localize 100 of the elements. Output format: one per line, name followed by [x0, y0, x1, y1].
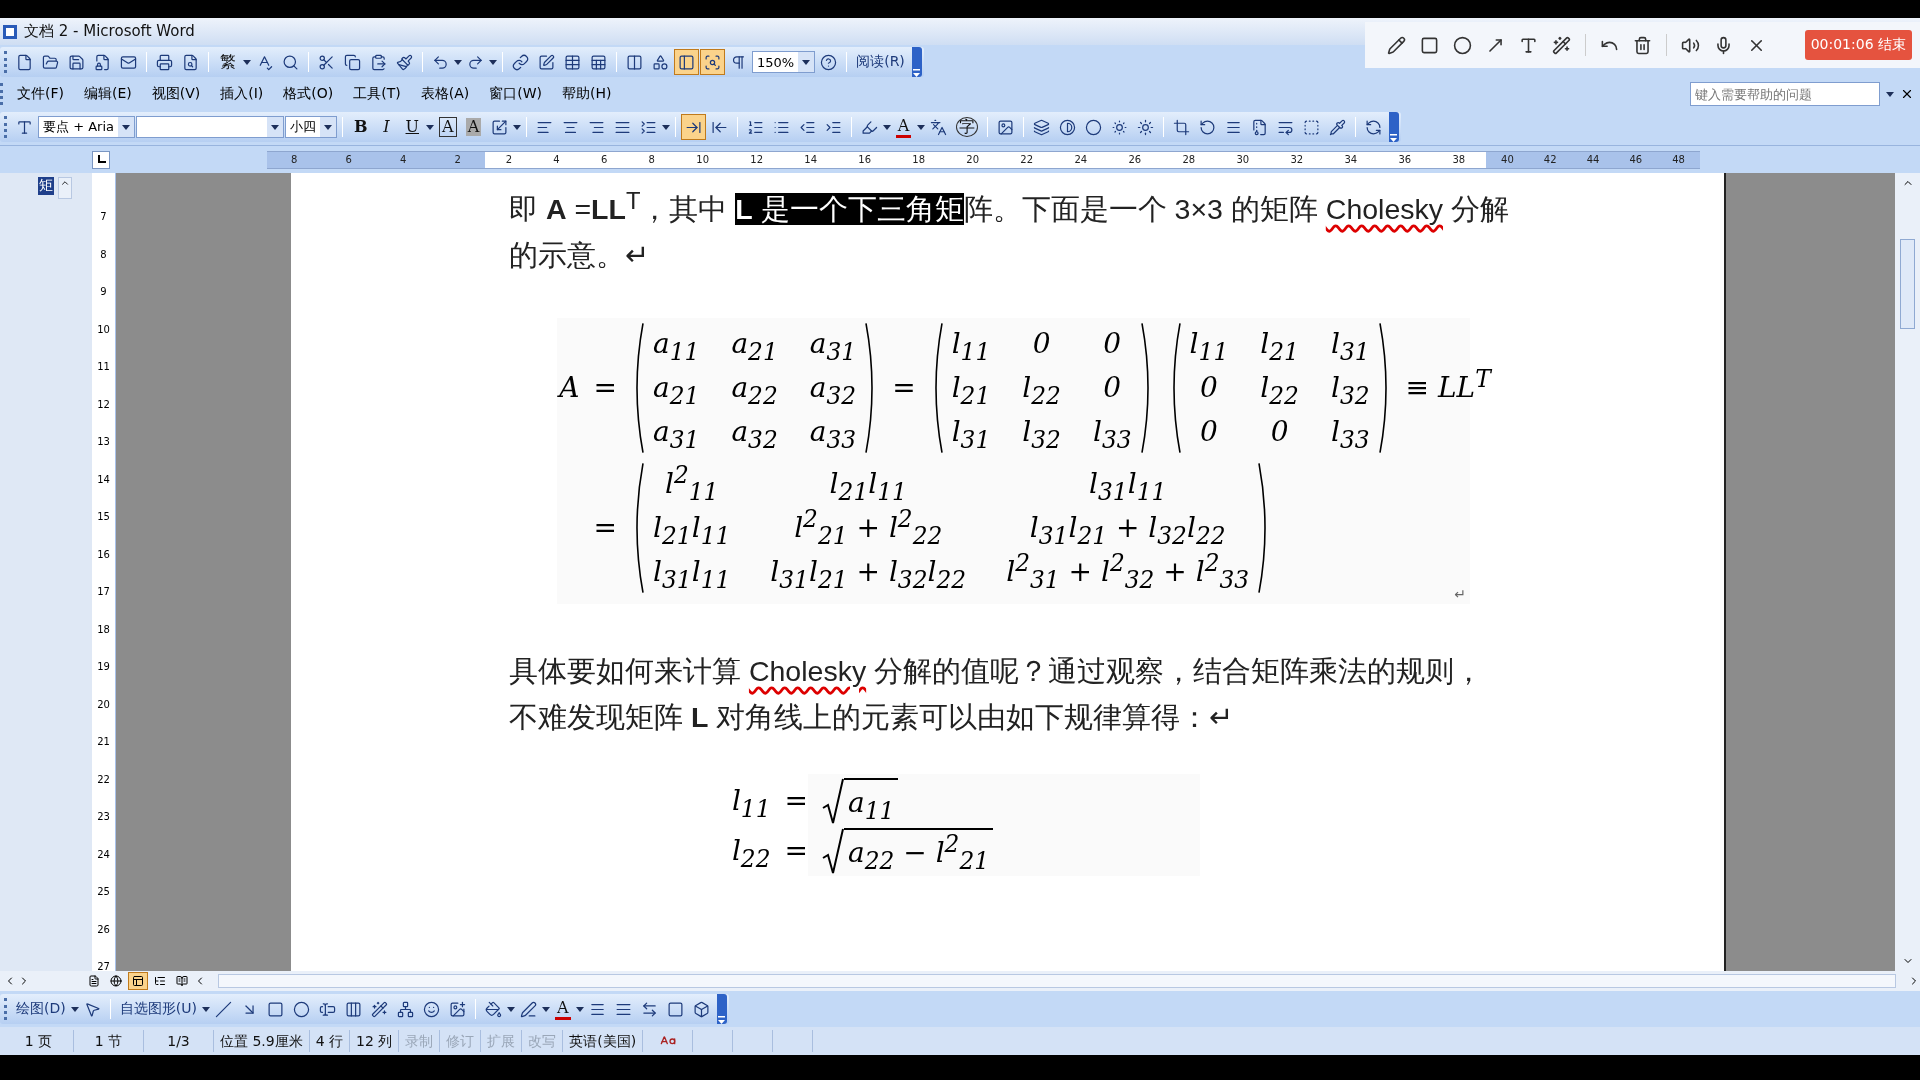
toolbar-button[interactable]: A — [891, 114, 916, 140]
dropdown-field[interactable]: 150% — [752, 51, 816, 73]
ruler-number: 12 — [97, 397, 110, 412]
math-symbol: = — [593, 369, 617, 406]
matrix-entry: l$_{11}$ — [951, 325, 991, 364]
menu-item[interactable]: 帮助(H) — [552, 81, 622, 107]
matrix-entry: l$_{31}$l$_{21}$ + l$_{32}$l$_{22}$ — [770, 553, 967, 592]
matrix-entry: a$_{22}$ — [731, 369, 778, 408]
matrix-entry: l$_{21}$ — [951, 369, 991, 408]
menu-item[interactable]: 插入(I) — [210, 81, 274, 107]
toolbar-button[interactable]: A — [461, 114, 486, 140]
matrix-entry: l$_{22}$ — [1260, 369, 1299, 408]
menu-item[interactable]: 编辑(E) — [74, 81, 142, 107]
math-symbol: = — [784, 782, 808, 819]
ruler-number: 34 — [1344, 154, 1358, 165]
ruler-number: 22 — [1020, 154, 1034, 165]
dropdown-field[interactable]: 小四 — [285, 116, 337, 138]
status-text: 改写 — [522, 1030, 564, 1052]
ruler-number: 6 — [345, 154, 352, 165]
matrix-entry: a$_{31}$ — [809, 325, 857, 364]
ruler-number: 42 — [1543, 154, 1557, 165]
dropdown-value: 150% — [757, 54, 795, 70]
ruler-number: 14 — [804, 154, 818, 165]
matrix-entry: a$_{33}$ — [809, 413, 857, 452]
matrix-entry: 0 — [1270, 413, 1289, 450]
ruler-number: 26 — [1128, 154, 1142, 165]
ruler-number: 24 — [97, 847, 110, 862]
toolbar-button[interactable]: I — [374, 114, 399, 140]
toolbar-button[interactable]: 阅读(R) — [852, 49, 909, 75]
ruler-number: 32 — [1290, 154, 1304, 165]
navigation-item[interactable]: 矩 — [38, 177, 54, 195]
matrix-entry: a$_{32}$ — [731, 413, 778, 452]
status-text: 1/3 — [144, 1030, 214, 1052]
status-text: 录制 — [399, 1030, 441, 1052]
menu-item[interactable]: 表格(A) — [410, 81, 480, 107]
ruler-number: 17 — [97, 585, 110, 600]
math-symbol: l$_{22}$ — [731, 832, 771, 875]
status-text: 12 列 — [350, 1030, 400, 1052]
ruler-number: 8 — [100, 247, 107, 262]
ruler-number: 2 — [505, 154, 512, 165]
ruler-number: 6 — [600, 154, 608, 165]
stop-recording-button[interactable]: 00:01:06 结束 — [1804, 30, 1912, 60]
ruler-number: 16 — [858, 154, 872, 165]
ruler-number: 14 — [97, 472, 110, 487]
radicand: a$_{11}$ — [844, 777, 899, 824]
matrix-entry: l$_{22}$ — [1022, 369, 1061, 408]
menu-item[interactable]: 文件(F) — [7, 81, 74, 107]
matrix-entry: l$_{32}$ — [1022, 413, 1061, 452]
ruler-number: 18 — [97, 622, 110, 637]
ruler-number: 8 — [291, 154, 298, 165]
ruler-number: 7 — [100, 210, 107, 225]
math-symbol: = — [593, 509, 617, 546]
math-symbol: l$_{11}$ — [731, 782, 771, 825]
ruler-number: 24 — [1074, 154, 1088, 165]
ruler-number: 21 — [97, 735, 110, 750]
ruler-number: 46 — [1629, 154, 1643, 165]
help-search-field[interactable]: 键入需要帮助的问题 — [1690, 82, 1880, 106]
matrix-entry: 0 — [1103, 325, 1122, 362]
matrix-entry: a$_{21}$ — [653, 369, 700, 408]
math-symbol: = — [784, 832, 808, 869]
toolbar-button[interactable]: 绘图(D) — [12, 996, 70, 1022]
ruler-number: 38 — [1452, 154, 1466, 165]
ruler-number: 25 — [97, 885, 110, 900]
matrix-entry: l$_{33}$ — [1330, 413, 1370, 452]
menu-item[interactable]: 视图(V) — [141, 81, 211, 107]
status-text: 英语(美国) — [563, 1030, 644, 1052]
menu-item[interactable]: 工具(T) — [343, 81, 411, 107]
ruler-number: 12 — [750, 154, 763, 165]
ruler-number: 4 — [400, 154, 407, 165]
matrix-entry: l$_{31}$ — [951, 413, 991, 452]
ruler-number: 10 — [97, 322, 110, 337]
ruler-number: 44 — [1586, 154, 1600, 165]
ruler-number: 9 — [100, 285, 107, 300]
math-symbol: ≡ LL$^{T}$ — [1405, 363, 1491, 406]
toolbar-button[interactable]: 自选图形(U) — [115, 996, 201, 1022]
menu-item[interactable]: 窗口(W) — [479, 81, 553, 107]
toolbar-button[interactable]: B — [348, 114, 374, 140]
matrix-entry: l$_{31}$l$_{11}$ — [1089, 465, 1167, 504]
ruler-number: 36 — [1398, 154, 1412, 165]
matrix-entry: a$_{11}$ — [653, 325, 700, 364]
toolbar-button[interactable]: 繁 — [214, 49, 242, 75]
toolbar-button[interactable]: U — [399, 114, 425, 140]
ruler-number: 2 — [454, 154, 461, 165]
ruler-number: 15 — [97, 510, 110, 525]
menu-item[interactable]: 格式(O) — [273, 81, 344, 107]
toolbar-button[interactable]: A — [550, 996, 575, 1022]
ruler-number: 13 — [97, 435, 110, 450]
ruler-number: 18 — [912, 154, 926, 165]
dropdown-value: 小四 — [290, 118, 316, 136]
ruler-number: 10 — [696, 154, 709, 165]
ruler-number: 27 — [97, 960, 110, 971]
matrix-entry: l$_{21}$ — [1260, 325, 1299, 364]
dropdown-field[interactable]: 要点 + Aria — [38, 116, 135, 138]
math-symbol: = — [892, 369, 916, 406]
ruler-number: 19 — [97, 660, 110, 675]
status-text: 1 节 — [74, 1030, 144, 1052]
matrix-entry: l$_{31}$l$_{21}$ + l$_{32}$l$_{22}$ — [1029, 509, 1226, 548]
ruler-number: 4 — [553, 154, 560, 165]
matrix-entry: l$_{21}$l$_{11}$ — [829, 465, 907, 504]
ruler-number: 20 — [966, 154, 980, 165]
